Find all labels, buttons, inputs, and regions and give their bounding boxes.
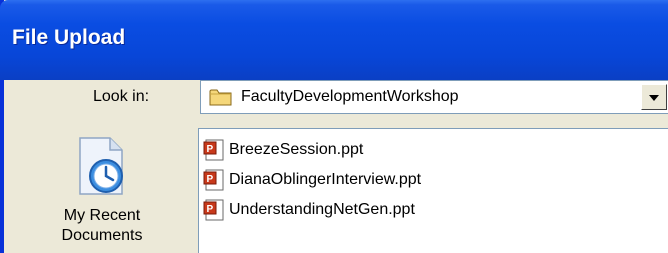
folder-icon xyxy=(209,89,232,106)
window-title: File Upload xyxy=(12,26,126,49)
powerpoint-file-icon: P xyxy=(203,199,224,221)
dropdown-button[interactable] xyxy=(641,84,667,110)
look-in-label: Look in: xyxy=(93,88,150,105)
look-in-value: FacultyDevelopmentWorkshop xyxy=(241,88,459,105)
place-my-recent-documents[interactable]: My Recent Documents xyxy=(44,128,154,253)
file-name: UnderstandingNetGen.ppt xyxy=(229,201,415,218)
places-bar: My Recent Documents xyxy=(8,128,194,253)
file-name: BreezeSession.ppt xyxy=(229,141,364,158)
file-name: DianaOblingerInterview.ppt xyxy=(229,171,422,188)
svg-text:P: P xyxy=(207,144,214,155)
chevron-down-icon xyxy=(649,95,659,101)
file-upload-dialog: File Upload Look in: FacultyDevelopmentW… xyxy=(0,0,668,253)
place-label: My Recent Documents xyxy=(61,207,143,244)
title-bar[interactable]: File Upload xyxy=(0,0,668,80)
file-list[interactable]: P BreezeSession.ppt P DianaOblingerInter… xyxy=(198,128,668,253)
recent-documents-icon xyxy=(79,137,123,195)
svg-text:P: P xyxy=(207,204,214,215)
svg-text:P: P xyxy=(207,174,214,185)
powerpoint-file-icon: P xyxy=(203,169,224,191)
look-in-dropdown[interactable]: FacultyDevelopmentWorkshop xyxy=(200,80,668,114)
powerpoint-file-icon: P xyxy=(203,139,224,161)
